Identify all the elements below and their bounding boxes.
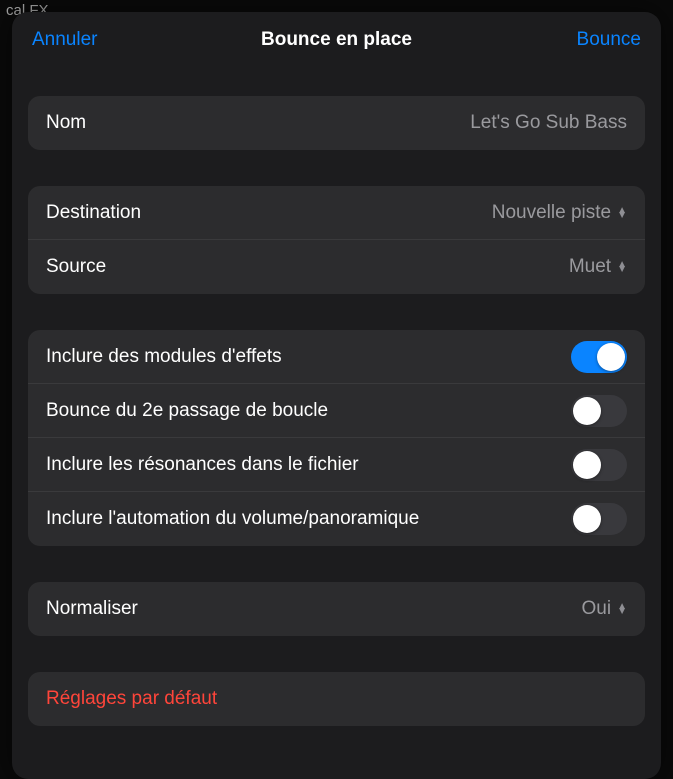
routing-group: Destination Nouvelle piste ▲▼ Source Mue… — [28, 186, 645, 294]
normalize-select[interactable]: Oui ▲▼ — [582, 598, 627, 620]
chevron-updown-icon: ▲▼ — [617, 262, 627, 272]
name-group: Nom Let's Go Sub Bass — [28, 96, 645, 150]
cancel-button[interactable]: Annuler — [32, 29, 98, 51]
normalize-group: Normaliser Oui ▲▼ — [28, 582, 645, 636]
bounce-in-place-sheet: Annuler Bounce en place Bounce Nom Let's… — [12, 12, 661, 779]
source-value: Muet — [569, 256, 611, 278]
source-select[interactable]: Muet ▲▼ — [569, 256, 627, 278]
name-value: Let's Go Sub Bass — [470, 112, 627, 134]
second-pass-toggle[interactable] — [571, 395, 627, 427]
second-pass-row: Bounce du 2e passage de boucle — [28, 384, 645, 438]
bounce-button[interactable]: Bounce — [577, 29, 641, 51]
navbar: Annuler Bounce en place Bounce — [12, 12, 661, 68]
name-label: Nom — [46, 112, 86, 134]
normalize-value: Oui — [582, 598, 612, 620]
effects-row: Inclure des modules d'effets — [28, 330, 645, 384]
tail-label: Inclure les résonances dans le fichier — [46, 454, 359, 476]
tail-toggle[interactable] — [571, 449, 627, 481]
normalize-label: Normaliser — [46, 598, 138, 620]
options-group: Inclure des modules d'effets Bounce du 2… — [28, 330, 645, 546]
tail-row: Inclure les résonances dans le fichier — [28, 438, 645, 492]
automation-row: Inclure l'automation du volume/panoramiq… — [28, 492, 645, 546]
normalize-row: Normaliser Oui ▲▼ — [28, 582, 645, 636]
automation-toggle[interactable] — [571, 503, 627, 535]
destination-select[interactable]: Nouvelle piste ▲▼ — [492, 202, 627, 224]
effects-label: Inclure des modules d'effets — [46, 346, 282, 368]
chevron-updown-icon: ▲▼ — [617, 208, 627, 218]
name-row[interactable]: Nom Let's Go Sub Bass — [28, 96, 645, 150]
second-pass-label: Bounce du 2e passage de boucle — [46, 400, 328, 422]
source-row: Source Muet ▲▼ — [28, 240, 645, 294]
reset-row[interactable]: Réglages par défaut — [28, 672, 645, 726]
source-label: Source — [46, 256, 106, 278]
content-scroll: Nom Let's Go Sub Bass Destination Nouvel… — [12, 68, 661, 779]
chevron-updown-icon: ▲▼ — [617, 604, 627, 614]
effects-toggle[interactable] — [571, 341, 627, 373]
destination-value: Nouvelle piste — [492, 202, 611, 224]
destination-row: Destination Nouvelle piste ▲▼ — [28, 186, 645, 240]
automation-label: Inclure l'automation du volume/panoramiq… — [46, 508, 419, 530]
sheet-title: Bounce en place — [12, 29, 661, 51]
reset-label: Réglages par défaut — [46, 688, 217, 710]
reset-group: Réglages par défaut — [28, 672, 645, 726]
destination-label: Destination — [46, 202, 141, 224]
